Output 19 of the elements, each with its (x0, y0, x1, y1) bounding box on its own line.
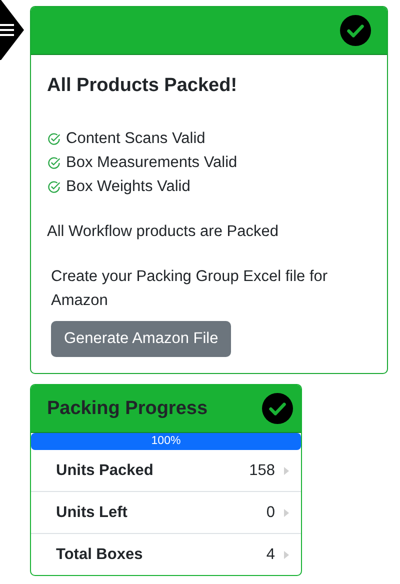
stat-label: Units Packed (56, 462, 154, 480)
menu-icon (0, 24, 14, 36)
check-label: Box Measurements Valid (66, 154, 238, 172)
stat-value: 0 (266, 504, 275, 522)
caret-icon (284, 466, 289, 474)
stat-label: Units Left (56, 504, 128, 522)
progress-reading: 100% (150, 434, 182, 449)
generate-button[interactable]: Generate Amazon File (51, 321, 232, 357)
export-prompt: Create your Packing Group Excel file for Amazon (51, 267, 329, 311)
caret-icon (284, 550, 289, 558)
check-label: Content Scans Valid (66, 130, 206, 148)
check-label: Box Weights Valid (66, 178, 190, 196)
stat-value: 4 (266, 546, 275, 564)
status-text: All Workflow products are Packed (47, 223, 280, 241)
card-title: Packing Progress (47, 398, 208, 420)
stat-label: Total Boxes (56, 546, 144, 564)
stat-value: 158 (249, 462, 275, 480)
card-title: All Products Packed! (47, 75, 238, 97)
caret-icon (284, 508, 289, 516)
